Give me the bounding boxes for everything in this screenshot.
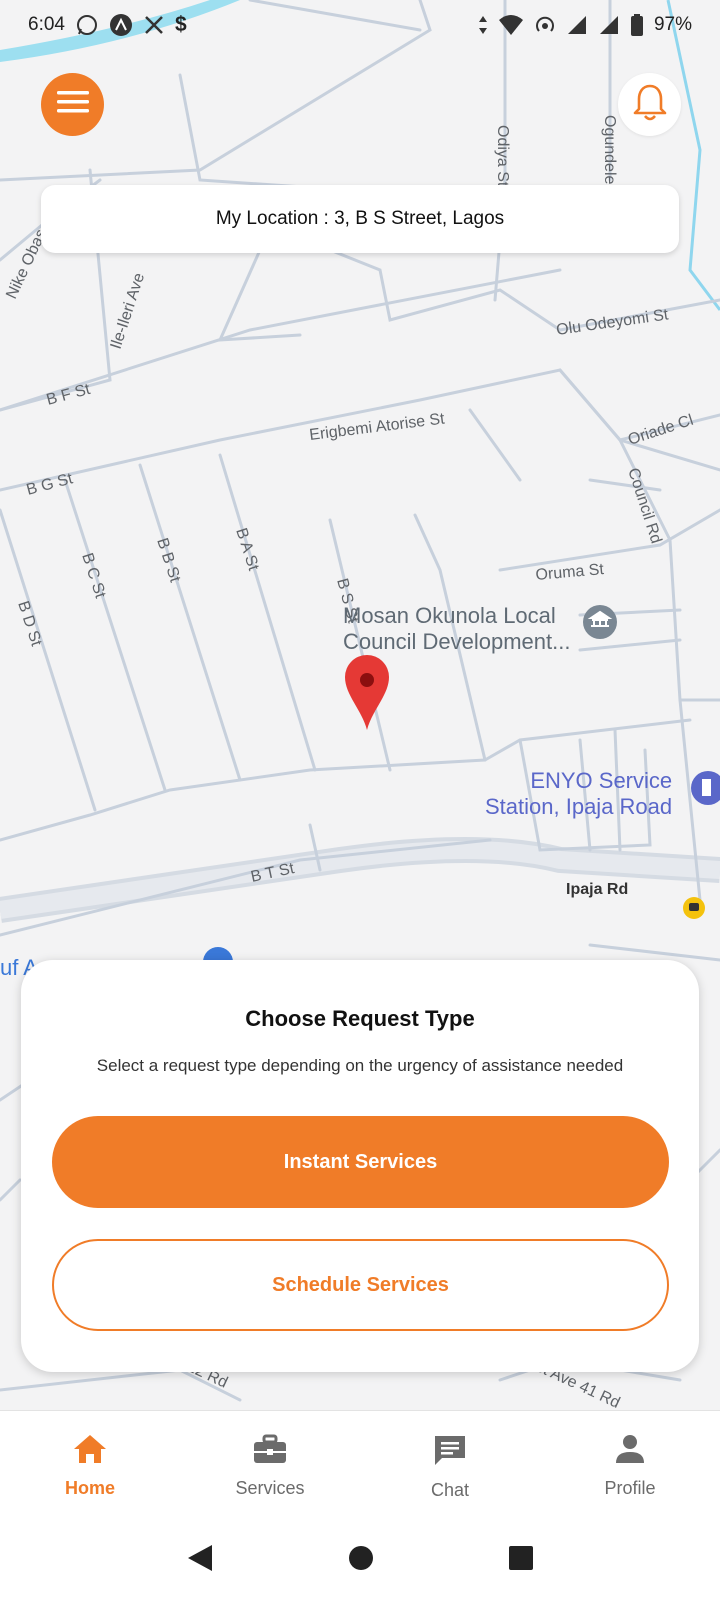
hotspot-icon (534, 14, 556, 36)
svg-text:Ipaja Rd: Ipaja Rd (566, 881, 628, 898)
person-icon (612, 1433, 648, 1470)
svg-text:Erigbemi Atorise St: Erigbemi Atorise St (308, 410, 446, 444)
data-arrows-icon (478, 15, 488, 35)
x-icon (143, 14, 165, 36)
svg-text:Olu Odeyomi St: Olu Odeyomi St (555, 306, 670, 339)
bell-icon (633, 83, 667, 126)
svg-text:B B St: B B St (153, 536, 183, 585)
svg-text:Ogundele: Ogundele (601, 115, 618, 184)
wifi-icon (498, 14, 524, 36)
nav-item-home[interactable]: Home (0, 1411, 180, 1520)
back-icon[interactable] (186, 1543, 214, 1578)
recents-icon[interactable] (508, 1545, 534, 1576)
svg-text:Oriade Cl: Oriade Cl (626, 412, 696, 449)
notifications-button[interactable] (618, 73, 681, 136)
location-text: My Location : 3, B S Street, Lagos (215, 208, 505, 229)
briefcase-icon (252, 1433, 288, 1470)
svg-text:B A St: B A St (232, 526, 262, 573)
nav-label-chat: Chat (430, 1480, 470, 1500)
battery-percent: 97% (653, 14, 692, 35)
nav-label-services: Services (235, 1478, 305, 1498)
card-title: Choose Request Type (245, 1006, 475, 1031)
poi-council[interactable]: Mosan Okunola Local Council Development.… (343, 603, 570, 655)
poi-enyo-line2: Station, Ipaja Road (485, 794, 673, 819)
location-pin-icon (345, 655, 389, 730)
home-icon (72, 1433, 108, 1470)
svg-text:Oruma St: Oruma St (535, 561, 605, 584)
svg-text:Ile-Ileri Ave: Ile-Ileri Ave (108, 271, 149, 351)
s-icon: $ (174, 13, 187, 36)
poi-enyo[interactable]: ENYO Service Station, Ipaja Road (485, 768, 672, 820)
nav-item-services[interactable]: Services (180, 1411, 360, 1520)
battery-icon (630, 14, 644, 36)
request-type-card: Choose Request Type Select a request typ… (21, 960, 699, 1372)
nav-item-profile[interactable]: Profile (540, 1411, 720, 1520)
svg-text:Odiya St: Odiya St (494, 125, 511, 187)
status-bar: 6:04 $ 97% (0, 0, 720, 50)
chat-icon (432, 1433, 468, 1472)
bottom-nav: Home Services Chat Profile (0, 1410, 720, 1520)
instant-services-button[interactable]: Instant Services (52, 1116, 669, 1208)
poi-enyo-line1: ENYO Service (530, 768, 673, 793)
poi-council-line1: Mosan Okunola Local (343, 603, 556, 628)
home-circle-icon[interactable] (347, 1544, 375, 1577)
system-nav-bar (0, 1520, 720, 1600)
signal-icon (598, 14, 620, 36)
svg-text:B G St: B G St (25, 470, 75, 499)
location-bar[interactable]: My Location : 3, B S Street, Lagos (41, 185, 679, 253)
svg-text:B F St: B F St (45, 381, 93, 409)
whatsapp-icon (75, 13, 99, 37)
menu-button[interactable] (41, 73, 104, 136)
nav-label-profile: Profile (604, 1478, 656, 1498)
hamburger-icon (56, 90, 89, 119)
app-icon (109, 13, 133, 37)
poi-council-line2: Council Development... (343, 629, 571, 654)
card-subtitle: Select a request type depending on the u… (96, 1056, 624, 1075)
svg-text:Council Rd: Council Rd (624, 466, 664, 546)
svg-text:B D St: B D St (14, 599, 45, 649)
schedule-services-button[interactable]: Schedule Services (52, 1239, 669, 1331)
svg-text:B C St: B C St (78, 551, 109, 601)
signal-icon (566, 14, 588, 36)
nav-item-chat[interactable]: Chat (360, 1411, 540, 1520)
status-time: 6:04 (28, 14, 65, 35)
nav-label-home: Home (64, 1478, 115, 1498)
